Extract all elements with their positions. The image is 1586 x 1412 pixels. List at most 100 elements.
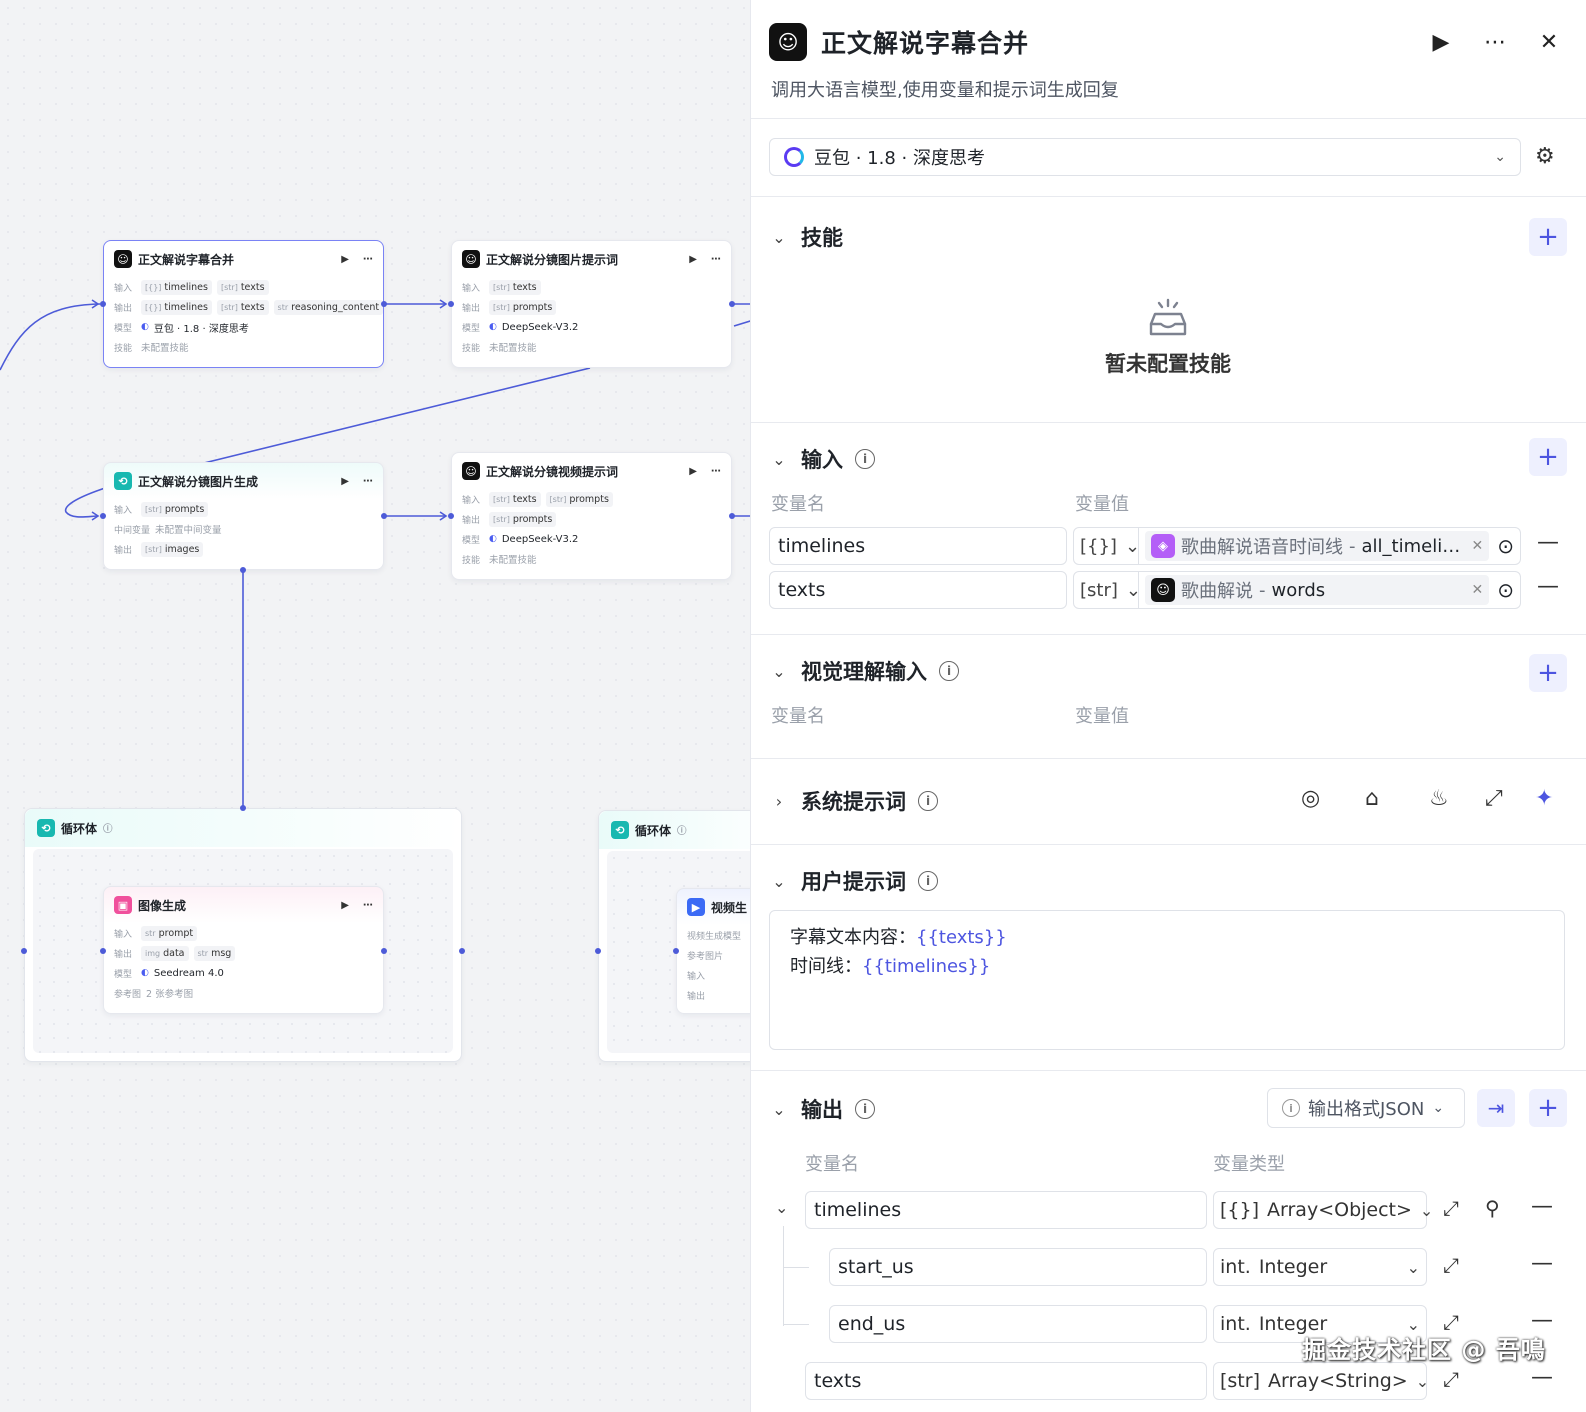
output-name-field[interactable]: texts <box>805 1362 1207 1400</box>
input-type-select[interactable]: [{}] ⌄ <box>1073 527 1140 565</box>
row-label: 参考图片 <box>687 951 724 962</box>
node-header[interactable]: ☺ 正文解说字幕合并 ▶ ⋯ <box>104 241 383 277</box>
variable-picker-icon[interactable]: ⊙ <box>1497 578 1514 602</box>
section-skills[interactable]: ⌄ 技能 <box>769 222 843 252</box>
node-video-gen[interactable]: ▶ 视频生 视频生成模型 参考图片 输入 输出 <box>676 888 760 1014</box>
expand-icon[interactable]: ⤢ <box>1443 1196 1459 1220</box>
expand-icon[interactable]: ⤢ <box>1443 1253 1459 1277</box>
run-icon[interactable]: ▶ <box>341 254 349 265</box>
output-name-field[interactable]: start_us <box>829 1248 1207 1286</box>
output-name-field[interactable]: end_us <box>829 1305 1207 1343</box>
info-icon[interactable]: i <box>939 661 959 681</box>
chevron-down-icon: ⌄ <box>1419 1200 1434 1220</box>
chevron-down-icon: ⌄ <box>772 449 786 469</box>
chevron-down-icon: ⌄ <box>1406 1257 1420 1277</box>
remove-output-button[interactable]: — <box>1531 1251 1553 1276</box>
node-header[interactable]: ☺ 正文解说分镜图片提示词 ▶ ⋯ <box>452 241 731 277</box>
input-ref-value[interactable]: ☺ 歌曲解说 - words ✕ ⊙ <box>1139 571 1521 609</box>
node-subtitle-merge[interactable]: ☺ 正文解说字幕合并 ▶ ⋯ 输入[{}] timelines [str] texts 输出[{… <box>103 240 384 368</box>
run-icon[interactable]: ▶ <box>689 254 697 265</box>
type-icon: [str] <box>220 302 238 312</box>
expand-icon[interactable]: ⤢ <box>1485 786 1503 811</box>
node-image-gen[interactable]: ▣ 图像生成 ▶ ⋯ 输入 str prompt 输出 img data str msg 模型 ◐ Seed… <box>103 886 384 1014</box>
output-type-select[interactable]: [str] Array<String> ⌄ <box>1213 1362 1429 1400</box>
col-header-name: 变量名 <box>771 494 825 515</box>
more-icon[interactable]: ⋯ <box>363 476 373 487</box>
chevron-down-icon: ⌄ <box>1494 149 1506 165</box>
more-icon[interactable]: ⋯ <box>711 466 721 477</box>
node-row: 模型 ◐ DeepSeek-V3.2 <box>452 529 731 549</box>
section-inputs[interactable]: ⌄ 输入 i <box>769 444 875 474</box>
compass-icon[interactable]: ◎ <box>1301 786 1320 811</box>
model-select[interactable]: 豆包 · 1.8 · 深度思考 ⌄ <box>769 138 1521 176</box>
import-json-button[interactable]: ⇥ <box>1477 1089 1515 1127</box>
workflow-canvas[interactable]: ⟲ 循环体 ⓘ ⟲ 循环体 ⓘ ☺ 正文解说字幕合并 ▶ ⋯ 输入[{}] timelines [s… <box>0 0 760 1412</box>
clear-icon[interactable]: ✕ <box>1472 538 1484 554</box>
section-user-prompt[interactable]: ⌄ 用户提示词 i <box>769 866 938 896</box>
add-child-icon[interactable]: ⚲ <box>1485 1196 1500 1220</box>
input-type-select[interactable]: [str] ⌄ <box>1073 571 1141 609</box>
more-icon[interactable]: ⋯ <box>1475 30 1515 55</box>
variable-name: texts <box>512 281 537 293</box>
input-ref-value[interactable]: ◈ 歌曲解说语音时间线 - all_timeli… ✕ ⊙ <box>1139 527 1521 565</box>
expand-icon[interactable]: ⤢ <box>1443 1367 1459 1391</box>
more-icon[interactable]: ⋯ <box>711 254 721 265</box>
output-type-select[interactable]: [{}] Array<Object> ⌄ <box>1213 1191 1433 1229</box>
node-header[interactable]: ⟲ 正文解说分镜图片生成 ▶ ⋯ <box>104 463 383 499</box>
output-name-field[interactable]: timelines <box>805 1191 1207 1229</box>
variable-picker-icon[interactable]: ⊙ <box>1497 534 1514 558</box>
close-icon[interactable]: ✕ <box>1529 30 1569 55</box>
prompt-library-icon[interactable]: ⌂ <box>1365 786 1379 811</box>
node-image-generation-loop[interactable]: ⟲ 正文解说分镜图片生成 ▶ ⋯ 输入 [str] prompts 中间变量 未配置中间变量 输出… <box>103 462 384 570</box>
chevron-down-icon[interactable]: ⌄ <box>775 1198 788 1217</box>
section-outputs[interactable]: ⌄ 输出 i <box>769 1094 875 1124</box>
output-type-select[interactable]: int. Integer ⌄ <box>1213 1248 1427 1286</box>
info-icon[interactable]: i <box>855 449 875 469</box>
node-header[interactable]: ☺ 正文解说分镜视频提示词 ▶ ⋯ <box>452 453 731 489</box>
node-header[interactable]: ▶ 视频生 <box>677 889 760 925</box>
add-input-button[interactable]: + <box>1529 438 1567 476</box>
add-vision-input-button[interactable]: + <box>1529 654 1567 692</box>
variable-chip: [{}] timelines <box>141 299 212 315</box>
type-icon: [str] <box>1080 579 1118 601</box>
clear-icon[interactable]: ✕ <box>1472 582 1484 598</box>
lightbulb-icon[interactable]: ♨ <box>1429 786 1449 811</box>
remove-input-button[interactable]: — <box>1537 530 1559 555</box>
output-format-select[interactable]: i 输出格式JSON ⌄ <box>1267 1088 1465 1128</box>
workflow-edges <box>0 299 760 956</box>
remove-output-button[interactable]: — <box>1531 1194 1553 1219</box>
run-icon[interactable]: ▶ <box>341 476 349 487</box>
node-header[interactable]: ▣ 图像生成 ▶ ⋯ <box>104 887 383 923</box>
model-logo-icon: ◐ <box>489 534 497 544</box>
more-icon[interactable]: ⋯ <box>363 254 373 265</box>
section-system-prompt[interactable]: › 系统提示词 i <box>769 786 938 816</box>
remove-input-button[interactable]: — <box>1537 574 1559 599</box>
add-output-button[interactable]: + <box>1529 1089 1567 1127</box>
type-icon: [str] <box>493 282 510 292</box>
gear-icon[interactable]: ⚙ <box>1535 144 1555 169</box>
info-icon[interactable]: i <box>918 791 938 811</box>
panel-description[interactable]: 调用大语言模型,使用变量和提示词生成回复 <box>771 76 1119 102</box>
user-prompt-editor[interactable]: 字幕文本内容：{{texts}} 时间线：{{timelines}} <box>769 910 1565 1050</box>
node-image-prompt[interactable]: ☺ 正文解说分镜图片提示词 ▶ ⋯ 输入 [str] texts 输出 [str] prompts… <box>451 240 732 368</box>
row-label: 输出 <box>687 991 706 1002</box>
node-video-prompt[interactable]: ☺ 正文解说分镜视频提示词 ▶ ⋯ 输入 [str] texts [str] prompts 输出… <box>451 452 732 580</box>
panel-title[interactable]: 正文解说字幕合并 <box>821 24 1407 60</box>
remove-output-button[interactable]: — <box>1531 1365 1553 1390</box>
section-vision-inputs[interactable]: ⌄ 视觉理解输入 i <box>769 656 959 686</box>
input-name-field[interactable]: timelines <box>769 527 1067 565</box>
info-icon[interactable]: i <box>855 1099 875 1119</box>
skills-empty-text: 暂未配置技能 <box>1105 352 1231 376</box>
llm-icon: ☺ <box>462 250 480 268</box>
more-icon[interactable]: ⋯ <box>363 900 373 911</box>
run-icon[interactable]: ▶ <box>341 900 349 911</box>
ai-sparkle-icon[interactable]: ✦ <box>1535 786 1553 811</box>
col-header-value: 变量值 <box>1075 494 1129 515</box>
info-icon[interactable]: i <box>918 871 938 891</box>
add-skill-button[interactable]: + <box>1529 218 1567 256</box>
variable-chip: str prompt <box>141 925 198 941</box>
run-icon[interactable]: ▶ <box>689 466 697 477</box>
node-row: 输入 str prompt <box>104 923 383 943</box>
input-name-field[interactable]: texts <box>769 571 1067 609</box>
run-icon[interactable]: ▶ <box>1421 30 1461 55</box>
